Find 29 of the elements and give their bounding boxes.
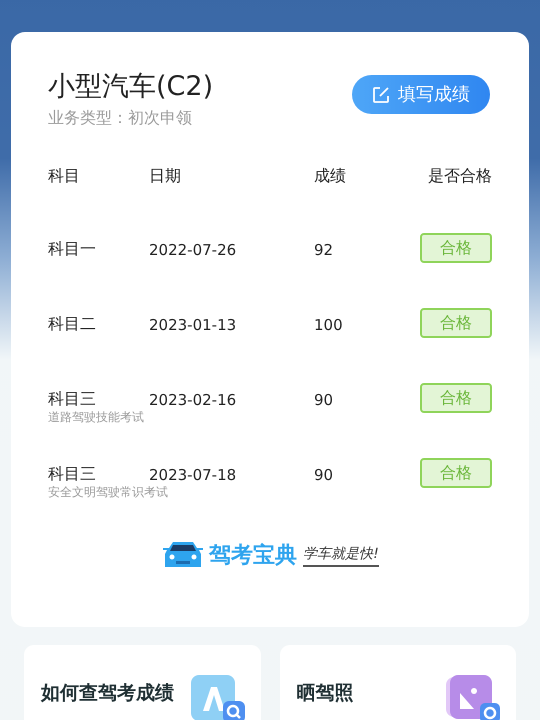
brand-name: 驾考宝典 [209, 542, 298, 570]
score-cell-text: 100 [314, 314, 344, 336]
result-badge: 合格 [420, 458, 492, 488]
subject-cell-text: 科目二 [48, 312, 97, 335]
date-cell-text: 2023-07-18 [149, 464, 238, 486]
score-cell-text: 92 [314, 240, 334, 261]
slogan: 学车就是快! [303, 544, 379, 567]
subject-cell-text: 科目三 [48, 388, 97, 410]
license-title: 小型汽车(C2) [48, 70, 214, 104]
date-cell-text: 2023-02-16 [149, 390, 238, 411]
business-type: 业务类型：初次申领 [48, 106, 193, 129]
score-cell-text: 90 [314, 390, 334, 411]
column-header: 科目 [48, 164, 81, 187]
result-badge: 合格 [420, 382, 492, 413]
edit-icon [372, 86, 390, 104]
column-header: 成绩 [314, 164, 347, 187]
subject-note: 安全文明驾驶常识考试 [48, 484, 168, 499]
date-cell-text: 2022-07-26 [149, 240, 238, 261]
date-cell-text: 2023-01-13 [149, 314, 238, 336]
subject-cell-text: 科目三 [48, 462, 97, 485]
shortcut-card[interactable]: 如何查驾考成绩 [24, 645, 260, 720]
score-cell-text: 90 [314, 464, 334, 486]
result-badge: 合格 [420, 308, 492, 338]
subject-cell-text: 科目一 [48, 238, 97, 260]
column-header: 是否合格 [428, 164, 492, 187]
result-badge: 合格 [420, 232, 492, 263]
column-header: 日期 [149, 164, 182, 187]
shortcut-card[interactable]: 晒驾照 [280, 645, 516, 720]
subject-note: 道路驾驶技能考试 [48, 410, 144, 424]
